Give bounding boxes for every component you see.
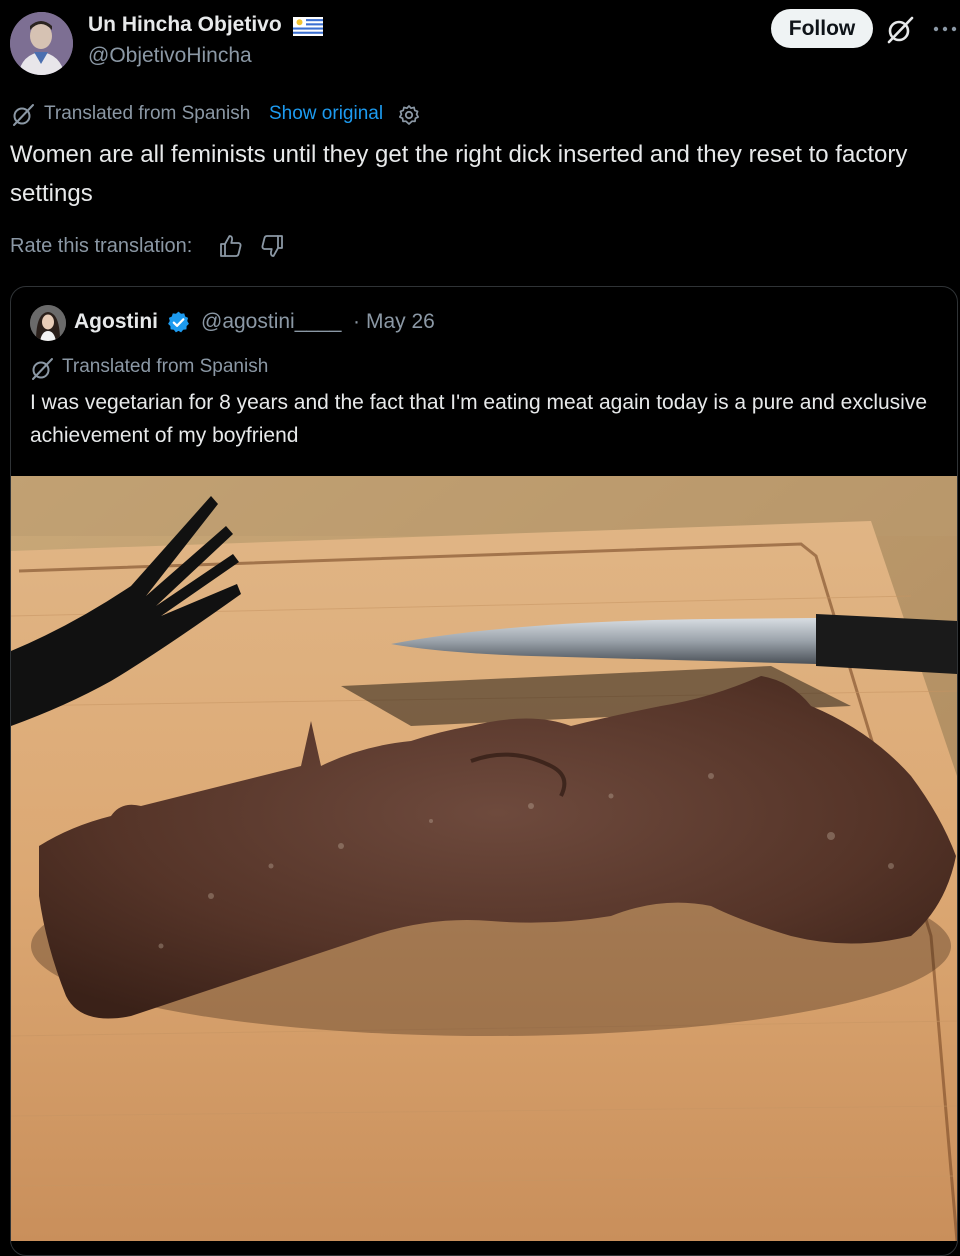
quoted-translated-label: Translated from Spanish <box>62 356 269 377</box>
uruguay-flag-icon <box>293 17 323 36</box>
grok-translate-icon <box>13 104 34 126</box>
quoted-author-display-name[interactable]: Agostini <box>74 310 158 334</box>
gear-icon[interactable] <box>398 104 420 126</box>
quoted-post-date[interactable]: May 26 <box>366 310 435 334</box>
quoted-author-avatar[interactable] <box>30 305 66 341</box>
thumbs-up-icon[interactable] <box>218 233 244 259</box>
more-options-icon[interactable] <box>930 18 960 40</box>
rate-translation-label: Rate this translation: <box>10 235 193 257</box>
quoted-post-photo[interactable] <box>11 476 957 1241</box>
post-text: Women are all feminists until they get t… <box>10 141 908 207</box>
thumbs-down-icon[interactable] <box>259 233 285 259</box>
quoted-author-handle[interactable]: @agostini____ <box>201 310 341 334</box>
show-original-link[interactable]: Show original <box>269 103 383 125</box>
grok-translate-icon <box>32 358 53 380</box>
follow-button[interactable]: Follow <box>771 9 873 48</box>
author-handle[interactable]: @ObjetivoHincha <box>88 44 252 68</box>
grok-icon[interactable] <box>885 15 915 45</box>
author-avatar[interactable] <box>10 12 73 75</box>
meta-separator: · <box>353 310 360 333</box>
author-display-name[interactable]: Un Hincha Objetivo <box>88 13 282 37</box>
verified-badge-icon <box>168 311 189 333</box>
quoted-post-text: I was vegetarian for 8 years and the fac… <box>30 391 928 447</box>
translated-label: Translated from Spanish <box>44 103 251 124</box>
